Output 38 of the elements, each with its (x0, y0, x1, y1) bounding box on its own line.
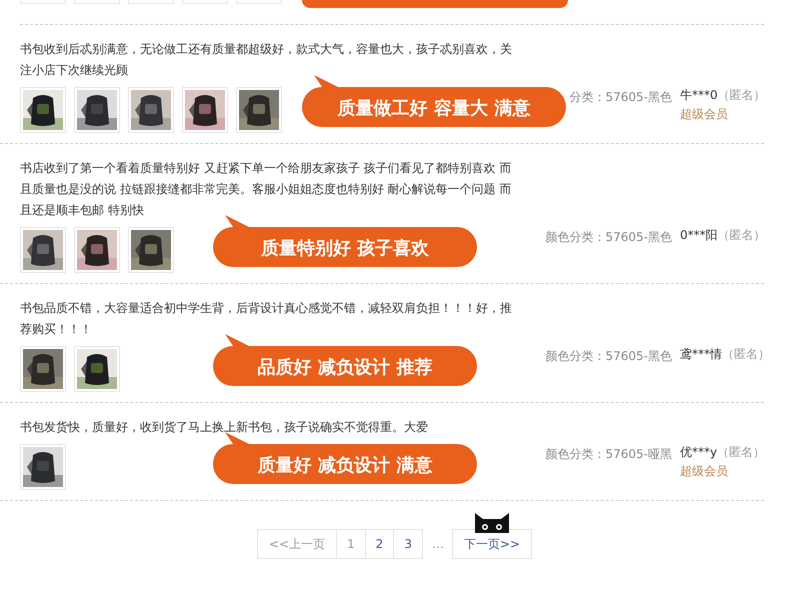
thumbnail[interactable] (20, 444, 66, 490)
member-level: 超级会员 (680, 463, 729, 480)
thumbnail[interactable] (236, 87, 282, 133)
anonymous-label: （匿名） (717, 444, 766, 461)
next-page-button[interactable]: 下一页>> (452, 529, 532, 559)
user-name: 鸢***情 (680, 346, 722, 363)
color-option: 颜色分类：57605-黑色 (532, 227, 672, 246)
color-option: 颜色分类：57605-黑色 (532, 346, 672, 365)
thumbnail[interactable] (74, 346, 120, 392)
review-text: 书包品质不错，大容量适合初中学生背，后背设计真心感觉不错，减轻双肩负担！！！好，推荐购买！！！ (20, 300, 513, 338)
badge-text: 质量特别好 孩子喜欢 (260, 238, 430, 259)
badge-text: 质量好 减负设计 满意 (258, 455, 432, 476)
thumbnail[interactable] (20, 87, 66, 133)
review-text: 书店收到了第一个看着质量特别好 又赶紧下单一个给朋友家孩子 孩子们看见了都特别喜欢 而且质量也是没的说 拉链跟接缝都非常完美。客服小姐姐态度也特别好 耐心解说每一个问题 而且还是顺丰包邮 特别快 (20, 160, 512, 219)
thumbnail[interactable] (128, 87, 174, 133)
color-option: 颜色分类：57605-哑黑 (532, 444, 672, 463)
badge-text: 品质好 减负设计 推荐 (258, 357, 432, 378)
thumbnail[interactable] (74, 227, 120, 273)
member-level: 超级会员 (680, 106, 729, 123)
thumbnail[interactable] (20, 227, 66, 273)
user-name: 0***阳 (680, 227, 718, 244)
anonymous-label: （匿名） (718, 227, 766, 244)
review-text: 书包收到后忒别满意，无论做工还有质量都超级好，款式大气，容量也大，孩子忒别喜欢，关注小店下次继续光顾 (20, 41, 513, 79)
page-link[interactable]: 2 (364, 529, 394, 559)
ellipsis: … (430, 536, 445, 553)
user-name: 优***y (680, 444, 718, 461)
user-name: 牛***0 (680, 87, 718, 104)
anonymous-label: （匿名） (718, 87, 766, 104)
thumbnail[interactable] (74, 87, 120, 133)
page-link[interactable]: 3 (393, 529, 423, 559)
badge-text: 质量做工好 容量大 满意 (338, 98, 530, 119)
cat-icon (472, 511, 511, 533)
thumbnail[interactable] (128, 227, 174, 273)
color-option: 分类：57605-黑色 (532, 87, 672, 106)
anonymous-label: （匿名） (722, 346, 770, 363)
thumbnail[interactable] (20, 346, 66, 392)
review-text: 书包发货快，质量好，收到货了马上换上新书包，孩子说确实不觉得重。大爱 (20, 419, 429, 436)
thumbnail[interactable] (182, 87, 228, 133)
